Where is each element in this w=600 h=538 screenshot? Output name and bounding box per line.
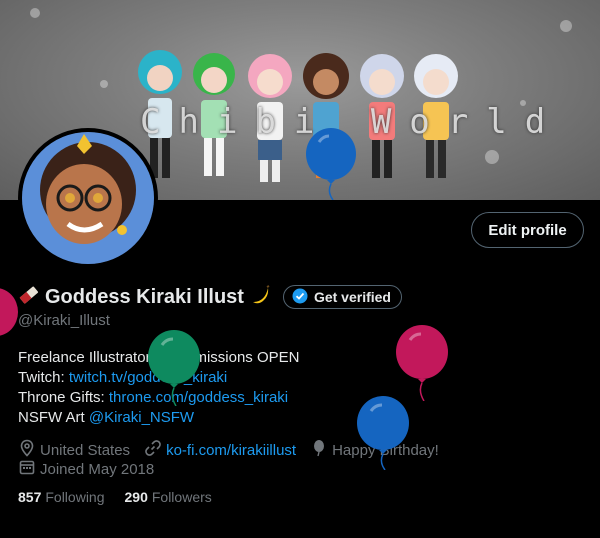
birthday-balloon-pink bbox=[396, 325, 448, 401]
bio-line: NSFW Art @Kiraki_NSFW bbox=[18, 408, 299, 428]
followers-link[interactable]: 290 Followers bbox=[125, 489, 212, 505]
joined-text: Joined May 2018 bbox=[40, 460, 155, 478]
birthday-balloon-pink bbox=[0, 288, 18, 336]
followers-label: Followers bbox=[151, 489, 212, 505]
calendar-icon bbox=[18, 458, 36, 480]
profile-name-row: Goddess Kiraki Illust Get verified bbox=[18, 284, 402, 311]
avatar[interactable] bbox=[18, 128, 158, 268]
verified-badge-icon bbox=[292, 288, 308, 307]
bokeh-light bbox=[485, 150, 499, 164]
profile-handle: @Kiraki_Illust bbox=[18, 312, 110, 329]
edit-profile-button[interactable]: Edit profile bbox=[471, 212, 584, 248]
birthday-balloon-green bbox=[148, 330, 200, 406]
location-text: United States bbox=[40, 441, 131, 459]
birthday-balloon-blue bbox=[306, 128, 356, 200]
website-link[interactable]: ko-fi.com/kirakiillust bbox=[166, 442, 296, 459]
banana-emoji-icon bbox=[249, 284, 271, 311]
following-label: Following bbox=[45, 489, 105, 505]
following-link[interactable]: 857 Following bbox=[18, 489, 105, 505]
profile-meta-row: Joined May 2018 bbox=[18, 458, 168, 480]
bokeh-light bbox=[560, 20, 572, 32]
get-verified-button[interactable]: Get verified bbox=[282, 285, 402, 309]
followers-count: 290 bbox=[124, 489, 148, 505]
avatar-illustration bbox=[22, 132, 154, 264]
joined-item: Joined May 2018 bbox=[18, 458, 154, 480]
bio-throne-label: Throne Gifts: bbox=[18, 389, 105, 406]
get-verified-label: Get verified bbox=[313, 289, 391, 305]
bio-twitch-label: Twitch: bbox=[18, 369, 65, 386]
follow-stats: 857 Following 290 Followers bbox=[18, 489, 212, 505]
display-name: Goddess Kiraki Illust bbox=[45, 285, 244, 308]
bokeh-light bbox=[100, 80, 108, 88]
following-count: 857 bbox=[18, 489, 42, 505]
birthday-balloon-blue bbox=[357, 396, 409, 470]
balloon-icon bbox=[310, 439, 328, 461]
nsfw-account-link[interactable]: @Kiraki_NSFW bbox=[89, 409, 194, 426]
bio-nsfw-label: NSFW Art bbox=[18, 409, 85, 426]
bokeh-light bbox=[30, 8, 40, 18]
